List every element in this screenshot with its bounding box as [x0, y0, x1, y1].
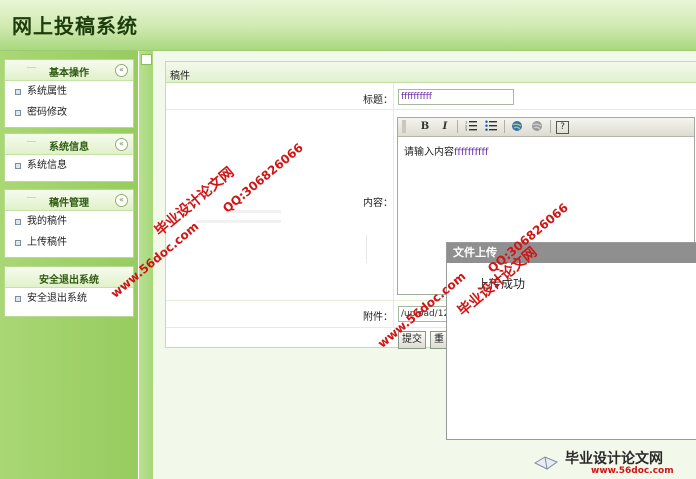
title-label: 标题：	[363, 95, 393, 106]
sidebar-section-system-info: 系统信息 « 系统信息	[4, 133, 134, 182]
bullet-icon	[15, 89, 21, 95]
toolbar-separator	[504, 120, 505, 133]
collapse-icon[interactable]: «	[115, 194, 128, 207]
bullet-icon	[15, 110, 21, 116]
editor-content[interactable]: 请输入内容ffffffffff	[398, 137, 694, 164]
sidebar-section-basic: 基本操作 « 系统属性 密码修改	[4, 59, 134, 128]
sidebar-section-title: 系统信息	[49, 142, 89, 153]
sidebar-section-header[interactable]: 系统信息 «	[5, 134, 133, 155]
sidebar-item-label: 密码修改	[27, 107, 67, 118]
sidebar-section-manuscripts: 稿件管理 « 我的稿件 上传稿件	[4, 189, 134, 258]
link-icon[interactable]	[510, 120, 524, 133]
attachment-label: 附件：	[363, 312, 393, 323]
sidebar-section-title: 基本操作	[49, 68, 89, 79]
panel-title: 稿件	[170, 71, 190, 82]
corner-logo: 毕业设计论文网 www.56doc.com	[527, 447, 696, 479]
ordered-list-icon[interactable]: 123	[464, 120, 478, 133]
sidebar-item-system-info[interactable]: 系统信息	[5, 155, 133, 176]
toolbar-separator	[457, 120, 458, 133]
corner-logo-name: 毕业设计论文网	[565, 451, 663, 467]
column-divider	[393, 110, 394, 300]
app-header: 网上投稿系统	[0, 0, 696, 51]
sidebar: 基本操作 « 系统属性 密码修改 系统信息 « 系统信息 稿件管理 « 我的稿件…	[0, 51, 138, 479]
bold-icon[interactable]: B	[418, 120, 432, 133]
bullet-icon	[15, 219, 21, 225]
bullet-icon	[15, 163, 21, 169]
sidebar-section-header[interactable]: 基本操作 «	[5, 60, 133, 81]
faint-text	[196, 220, 281, 223]
editor-prompt-text: 请输入内容	[404, 147, 454, 158]
upload-dialog-title: 文件上传	[447, 243, 696, 263]
sidebar-item-label: 上传稿件	[27, 237, 67, 248]
column-divider	[393, 83, 394, 109]
splitter-toggle-icon[interactable]	[141, 54, 152, 65]
content-label: 内容：	[363, 198, 393, 209]
collapse-icon[interactable]: «	[115, 64, 128, 77]
panel-header: 稿件	[166, 62, 696, 83]
corner-logo-url: www.56doc.com	[591, 466, 674, 476]
sidebar-section-title: 稿件管理	[49, 198, 89, 209]
unlink-icon[interactable]	[530, 120, 544, 133]
unordered-list-icon[interactable]	[484, 120, 498, 133]
title-input[interactable]: ffffffffff	[398, 89, 514, 105]
help-icon[interactable]: ?	[556, 121, 569, 134]
bullet-icon	[15, 240, 21, 246]
logo-icon	[533, 456, 559, 470]
sidebar-item-label: 我的稿件	[27, 216, 67, 227]
sidebar-item-change-password[interactable]: 密码修改	[5, 102, 133, 123]
sidebar-item-upload-manuscript[interactable]: 上传稿件	[5, 232, 133, 253]
upload-dialog: 文件上传 上传成功	[446, 242, 696, 440]
title-row: 标题： ffffffffff	[166, 83, 696, 110]
svg-text:3: 3	[465, 128, 467, 131]
toolbar-separator	[550, 120, 551, 133]
sidebar-item-label: 安全退出系统	[27, 293, 87, 304]
bullet-icon	[15, 296, 21, 302]
sidebar-item-label: 系统信息	[27, 160, 67, 171]
sidebar-item-label: 系统属性	[27, 86, 67, 97]
sidebar-item-my-manuscripts[interactable]: 我的稿件	[5, 211, 133, 232]
app-title: 网上投稿系统	[12, 14, 138, 38]
editor-toolbar: B I 123 ?	[398, 118, 694, 137]
sidebar-item-system-properties[interactable]: 系统属性	[5, 81, 133, 102]
collapse-icon[interactable]: «	[115, 138, 128, 151]
toolbar-grip	[402, 120, 406, 133]
sidebar-section-header[interactable]: 稿件管理 «	[5, 190, 133, 211]
editor-typed-text: ffffffffff	[454, 147, 489, 158]
faint-mark	[366, 235, 367, 263]
italic-icon[interactable]: I	[438, 120, 452, 133]
